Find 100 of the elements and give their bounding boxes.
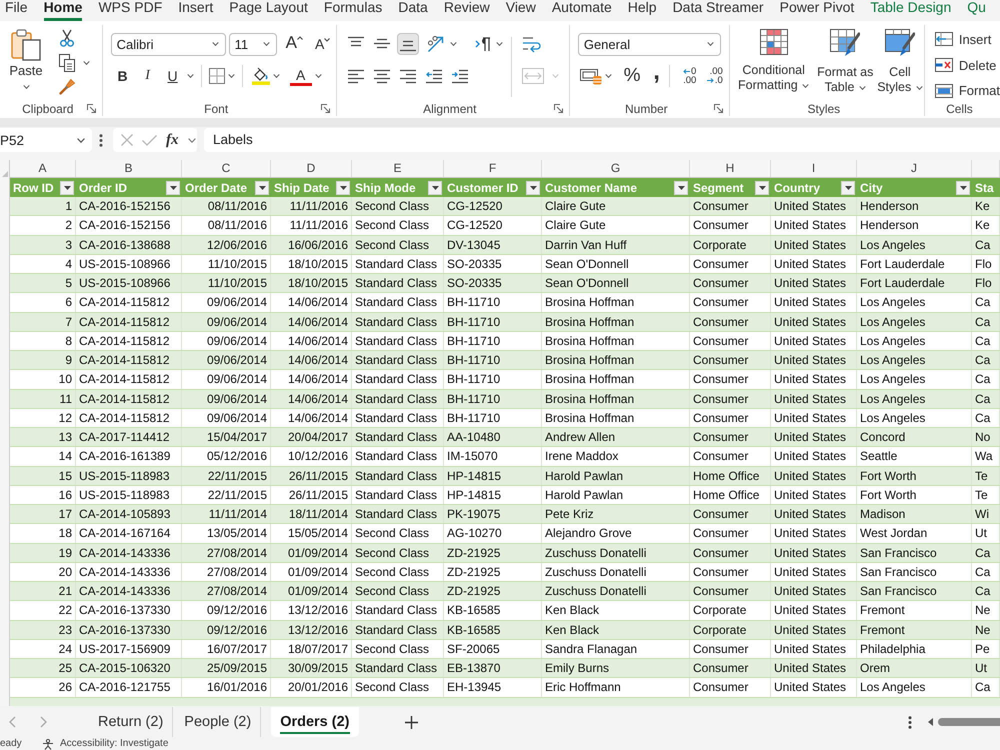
menu-tab[interactable]: Data bbox=[398, 0, 428, 21]
caret-icon[interactable] bbox=[228, 74, 235, 78]
menu-tab[interactable]: Qu bbox=[967, 0, 986, 21]
sheet-tab[interactable]: People (2) bbox=[175, 707, 262, 737]
dialog-launcher-icon[interactable] bbox=[86, 104, 96, 113]
increase-indent-icon[interactable] bbox=[452, 68, 468, 84]
caret-icon[interactable] bbox=[450, 42, 457, 46]
more-options-icon[interactable] bbox=[99, 134, 103, 147]
accessibility-status[interactable]: Accessibility: Investigate bbox=[60, 738, 168, 750]
column-header[interactable]: I bbox=[771, 160, 857, 177]
bold-button[interactable]: B bbox=[112, 64, 134, 88]
menu-tab[interactable]: Page Layout bbox=[229, 0, 308, 21]
filter-dropdown-button[interactable] bbox=[428, 180, 442, 194]
sheet-tab[interactable]: Orders (2) bbox=[271, 707, 358, 737]
caret-icon[interactable] bbox=[604, 74, 612, 78]
table-cell: ZD-21925 bbox=[444, 582, 542, 600]
decrease-decimal-button[interactable]: .00 .0 bbox=[702, 66, 723, 86]
scrollbar-thumb[interactable] bbox=[938, 718, 1000, 726]
column-header[interactable]: D bbox=[271, 160, 352, 177]
menu-tab[interactable]: Table Design bbox=[870, 0, 952, 21]
number-format-dropdown[interactable]: General bbox=[578, 32, 721, 56]
align-right-icon[interactable] bbox=[400, 68, 416, 84]
caret-icon[interactable] bbox=[83, 61, 90, 65]
menu-tab[interactable]: File bbox=[5, 0, 28, 21]
font-color-button[interactable]: A bbox=[290, 66, 312, 86]
decrease-indent-icon[interactable] bbox=[426, 68, 442, 84]
dialog-launcher-icon[interactable] bbox=[554, 104, 563, 113]
paint-brush-icon[interactable] bbox=[59, 79, 75, 95]
font-size-dropdown[interactable]: 11 bbox=[228, 32, 277, 56]
column-header[interactable]: H bbox=[690, 160, 771, 177]
copy-icon[interactable] bbox=[59, 54, 75, 72]
comma-style-button[interactable]: , bbox=[646, 64, 667, 88]
format-cells-button[interactable]: Format bbox=[934, 80, 1000, 102]
filter-dropdown-button[interactable] bbox=[755, 180, 769, 194]
filter-dropdown-button[interactable] bbox=[956, 180, 970, 194]
delete-cells-button[interactable]: Delete bbox=[934, 54, 1000, 76]
increase-decimal-button[interactable]: 0 .00 bbox=[676, 66, 696, 86]
menu-tab[interactable]: Insert bbox=[178, 0, 214, 21]
text-direction-icon[interactable] bbox=[474, 37, 491, 51]
menu-tab[interactable]: Power Pivot bbox=[780, 0, 854, 21]
menu-tab[interactable]: Automate bbox=[552, 0, 612, 21]
column-header[interactable]: F bbox=[444, 160, 542, 177]
menu-tab[interactable]: Formulas bbox=[324, 0, 382, 21]
formula-input[interactable]: Labels bbox=[204, 128, 1000, 152]
table-cell: Ca bbox=[972, 408, 1000, 427]
filter-dropdown-button[interactable] bbox=[526, 180, 540, 194]
table-cell: 7 bbox=[10, 312, 76, 331]
accessibility-icon[interactable] bbox=[42, 738, 54, 750]
menu-tab[interactable]: Data Streamer bbox=[672, 0, 764, 21]
column-header[interactable]: G bbox=[542, 160, 690, 177]
column-header[interactable]: J bbox=[857, 160, 972, 177]
caret-icon[interactable] bbox=[186, 74, 194, 78]
menu-tab[interactable]: Review bbox=[444, 0, 490, 21]
column-header[interactable]: E bbox=[352, 160, 444, 177]
format-as-table-button[interactable]: Format as Table bbox=[814, 29, 876, 101]
caret-icon[interactable] bbox=[272, 74, 280, 78]
fill-color-icon[interactable] bbox=[252, 67, 270, 85]
sheet-tab[interactable]: Return (2) bbox=[89, 707, 174, 737]
caret-icon[interactable] bbox=[314, 74, 322, 78]
menu-tab[interactable]: Help bbox=[628, 0, 657, 21]
filter-dropdown-button[interactable] bbox=[674, 180, 688, 194]
cell-styles-button[interactable]: Cell Styles bbox=[876, 29, 924, 101]
paste-button[interactable]: Paste bbox=[5, 29, 47, 101]
table-cell: SF-20065 bbox=[444, 640, 542, 658]
vertical-align-button[interactable] bbox=[396, 33, 419, 55]
text-orientation-icon[interactable] bbox=[426, 35, 445, 53]
more-options-icon[interactable] bbox=[908, 716, 912, 728]
scroll-left-icon[interactable] bbox=[928, 718, 933, 726]
decrease-font-size-button[interactable]: A bbox=[314, 32, 330, 56]
banknote-coins-icon[interactable] bbox=[580, 67, 602, 85]
insert-cells-button[interactable]: Insert bbox=[934, 29, 1000, 50]
scissors-icon[interactable] bbox=[59, 29, 75, 47]
table-cell: Ca bbox=[972, 370, 1000, 388]
table-cell: Brosina Hoffman bbox=[542, 390, 690, 408]
font-name-dropdown[interactable]: Calibri bbox=[110, 32, 226, 56]
filter-dropdown-button[interactable] bbox=[166, 180, 180, 194]
filter-dropdown-button[interactable] bbox=[60, 180, 74, 194]
align-center-icon[interactable] bbox=[374, 68, 390, 84]
align-left-icon[interactable] bbox=[348, 68, 364, 84]
menu-tab[interactable]: View bbox=[506, 0, 536, 21]
caret-icon[interactable] bbox=[496, 42, 503, 46]
table-cell: 09/06/2014 bbox=[182, 332, 271, 350]
wrap-text-icon[interactable] bbox=[522, 35, 542, 53]
column-header[interactable]: A bbox=[10, 160, 76, 177]
increase-font-size-button[interactable]: A bbox=[286, 32, 303, 56]
filter-dropdown-button[interactable] bbox=[841, 180, 855, 194]
filter-dropdown-button[interactable] bbox=[255, 180, 269, 194]
filter-dropdown-button[interactable] bbox=[336, 180, 350, 194]
add-sheet-icon[interactable] bbox=[404, 716, 418, 728]
borders-icon[interactable] bbox=[208, 68, 225, 84]
conditional-formatting-button[interactable]: Conditional Formatting bbox=[732, 29, 814, 101]
name-box[interactable]: P52 bbox=[0, 128, 92, 152]
underline-button[interactable]: U bbox=[162, 64, 184, 88]
column-header[interactable]: B bbox=[76, 160, 182, 177]
dialog-launcher-icon[interactable] bbox=[714, 104, 723, 113]
percent-style-button[interactable]: % bbox=[622, 64, 642, 88]
column-header[interactable]: C bbox=[182, 160, 271, 177]
menu-tab[interactable]: WPS PDF bbox=[98, 0, 162, 21]
italic-button[interactable]: I bbox=[136, 64, 159, 88]
dialog-launcher-icon[interactable] bbox=[320, 104, 330, 113]
